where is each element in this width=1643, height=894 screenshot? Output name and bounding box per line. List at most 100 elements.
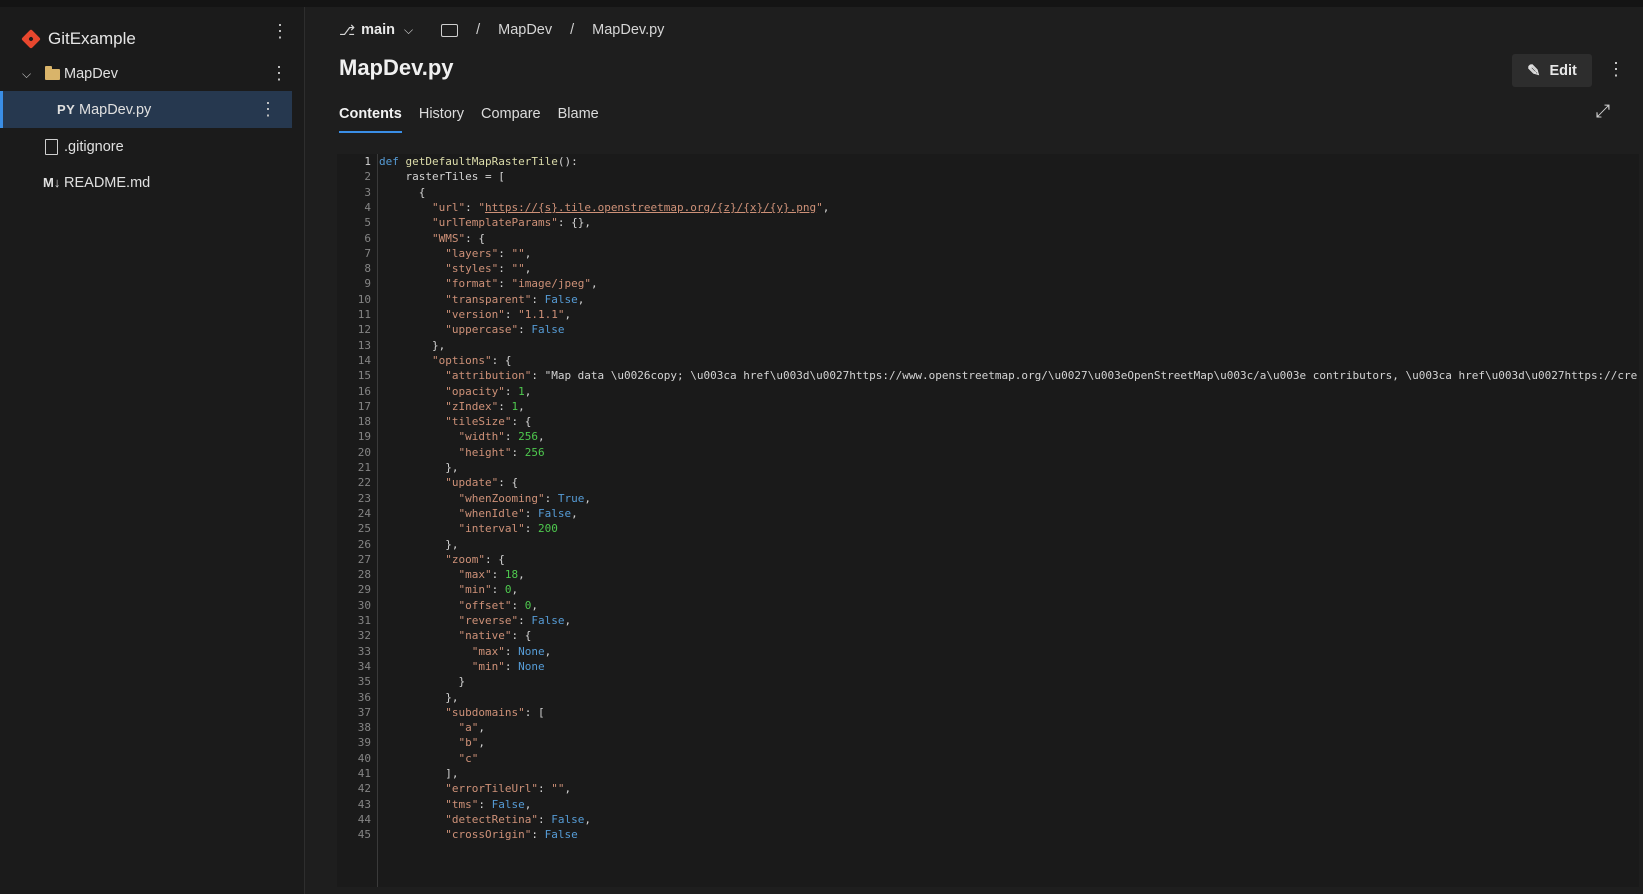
code-text: "native": { xyxy=(458,629,532,643)
tab-history[interactable]: History xyxy=(419,101,464,137)
tab-blame[interactable]: Blame xyxy=(558,101,599,137)
line-number[interactable]: 22 xyxy=(337,475,371,491)
line-number[interactable]: 13 xyxy=(337,338,371,354)
code-text: "max": None, xyxy=(471,644,552,658)
line-number[interactable]: 8 xyxy=(337,261,371,277)
code-text: }, xyxy=(379,537,459,551)
code-line: 30 "offset": 0, xyxy=(337,598,1639,614)
line-number[interactable]: 34 xyxy=(337,659,371,675)
line-number[interactable]: 38 xyxy=(337,720,371,736)
line-number[interactable]: 23 xyxy=(337,491,371,507)
line-number[interactable]: 24 xyxy=(337,506,371,522)
code-text: "styles": "", xyxy=(445,262,532,276)
line-number[interactable]: 4 xyxy=(337,200,371,216)
more-actions-icon[interactable]: ⋮ xyxy=(1605,59,1627,81)
line-number[interactable]: 11 xyxy=(337,307,371,323)
tree-item-readme[interactable]: M↓ README.md xyxy=(0,164,303,201)
line-number[interactable]: 18 xyxy=(337,414,371,430)
edit-button[interactable]: ✎ Edit xyxy=(1512,54,1592,87)
line-number[interactable]: 36 xyxy=(337,690,371,706)
code-line: 40 "c" xyxy=(337,751,1639,767)
tree-item-label: README.md xyxy=(64,174,151,191)
repo-header[interactable]: GitExample xyxy=(21,21,292,57)
repo-name: GitExample xyxy=(48,29,136,48)
line-number[interactable]: 43 xyxy=(337,797,371,813)
tree-folder-mapdev[interactable]: ⌵ MapDev ⋮ xyxy=(0,55,303,92)
page-title: MapDev.py xyxy=(339,55,454,80)
line-number[interactable]: 10 xyxy=(337,292,371,308)
line-number[interactable]: 17 xyxy=(337,399,371,415)
line-number[interactable]: 20 xyxy=(337,445,371,461)
line-number[interactable]: 6 xyxy=(337,231,371,247)
chevron-down-icon[interactable]: ⌵ xyxy=(404,23,413,38)
line-number[interactable]: 41 xyxy=(337,766,371,782)
tab-contents[interactable]: Contents xyxy=(339,101,402,133)
line-number[interactable]: 7 xyxy=(337,246,371,262)
line-number[interactable]: 1 xyxy=(337,154,371,170)
line-number[interactable]: 40 xyxy=(337,751,371,767)
line-number[interactable]: 16 xyxy=(337,384,371,400)
code-line: 26 }, xyxy=(337,537,1639,553)
branch-selector[interactable]: main xyxy=(361,22,395,38)
code-line: 41 ], xyxy=(337,766,1639,782)
code-text: "opacity": 1, xyxy=(445,384,532,398)
code-line: 11 "version": "1.1.1", xyxy=(337,307,1639,323)
breadcrumb-folder[interactable]: MapDev xyxy=(498,22,552,38)
tree-item-mapdev-py[interactable]: PY MapDev.py ⋮ xyxy=(0,91,292,128)
line-number[interactable]: 42 xyxy=(337,781,371,797)
line-number[interactable]: 37 xyxy=(337,705,371,721)
code-viewer[interactable]: 1 def getDefaultMapRasterTile(): 2 rasterT… xyxy=(337,154,1639,887)
line-number[interactable]: 15 xyxy=(337,368,371,384)
code-text: "update": { xyxy=(445,476,519,490)
line-number[interactable]: 25 xyxy=(337,521,371,537)
tree-item-gitignore[interactable]: .gitignore xyxy=(0,128,303,165)
line-number[interactable]: 14 xyxy=(337,353,371,369)
line-number[interactable]: 35 xyxy=(337,674,371,690)
line-number[interactable]: 9 xyxy=(337,276,371,292)
code-text: rasterTiles = [ xyxy=(379,170,505,184)
code-line: 7 "layers": "", xyxy=(337,246,1639,262)
code-text: "format": "image/jpeg", xyxy=(445,277,598,291)
code-text: ], xyxy=(379,767,459,780)
code-text: "crossOrigin": False xyxy=(445,828,578,842)
line-number[interactable]: 19 xyxy=(337,429,371,445)
line-number[interactable]: 21 xyxy=(337,460,371,476)
code-text: }, xyxy=(379,461,459,474)
code-line: 8 "styles": "", xyxy=(337,261,1639,277)
line-number[interactable]: 39 xyxy=(337,735,371,751)
file-more-options-icon[interactable]: ⋮ xyxy=(258,99,278,119)
line-number[interactable]: 26 xyxy=(337,537,371,553)
folder-more-options-icon[interactable]: ⋮ xyxy=(269,63,289,83)
tab-compare[interactable]: Compare xyxy=(481,101,541,137)
line-number[interactable]: 32 xyxy=(337,628,371,644)
code-line: 2 rasterTiles = [ xyxy=(337,169,1639,185)
code-line: 18 "tileSize": { xyxy=(337,414,1639,430)
line-number[interactable]: 27 xyxy=(337,552,371,568)
line-number[interactable]: 5 xyxy=(337,215,371,231)
line-number[interactable]: 30 xyxy=(337,598,371,614)
git-logo-icon xyxy=(21,29,41,49)
code-line: 12 "uppercase": False xyxy=(337,322,1639,338)
fullscreen-expand-icon[interactable]: ⤢ xyxy=(1592,101,1614,123)
chevron-down-icon[interactable]: ⌵ xyxy=(22,67,36,81)
line-number[interactable]: 12 xyxy=(337,322,371,338)
code-line: 1 def getDefaultMapRasterTile(): xyxy=(337,154,1639,170)
code-line: 10 "transparent": False, xyxy=(337,292,1639,308)
line-number[interactable]: 28 xyxy=(337,567,371,583)
code-line: 4 "url": "https://{s}.tile.openstreetmap… xyxy=(337,200,1639,216)
code-line: 39 "b", xyxy=(337,735,1639,751)
code-line: 25 "interval": 200 xyxy=(337,521,1639,537)
code-text: "max": 18, xyxy=(458,568,525,582)
line-number[interactable]: 29 xyxy=(337,582,371,598)
line-number[interactable]: 3 xyxy=(337,185,371,201)
line-number[interactable]: 33 xyxy=(337,644,371,660)
line-number[interactable]: 2 xyxy=(337,169,371,185)
breadcrumb-file[interactable]: MapDev.py xyxy=(592,22,664,38)
git-branch-icon: ⎇ xyxy=(339,21,356,38)
folder-outline-icon[interactable] xyxy=(441,23,459,37)
repo-more-options-icon[interactable]: ⋮ xyxy=(270,21,290,41)
code-text: { xyxy=(379,185,426,199)
line-number[interactable]: 45 xyxy=(337,827,371,843)
line-number[interactable]: 31 xyxy=(337,613,371,629)
line-number[interactable]: 44 xyxy=(337,812,371,828)
